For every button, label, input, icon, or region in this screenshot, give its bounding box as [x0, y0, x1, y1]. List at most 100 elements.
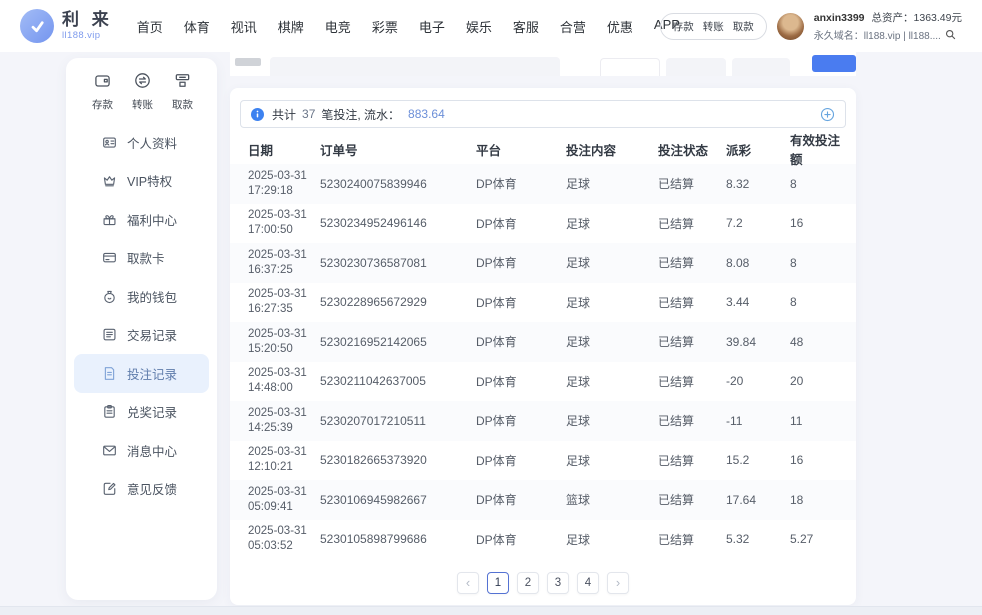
nav-item[interactable]: 视讯 [231, 17, 257, 36]
quick-action-withdraw[interactable]: 取款 [172, 72, 193, 112]
nav-item[interactable]: 娱乐 [466, 17, 492, 36]
filter-option[interactable] [732, 58, 790, 76]
avatar[interactable] [777, 13, 804, 40]
table-header-cell: 派彩 [726, 140, 790, 159]
cell-valid: 5.27 [790, 532, 844, 546]
page-number[interactable]: 2 [517, 572, 539, 594]
cell-order: 5230105898799686 [320, 532, 476, 546]
filter-search-button[interactable] [812, 55, 856, 72]
topbar-right: 存款转账取款 anxin3399 总资产：1363.49元 永久域名：ll188… [660, 10, 962, 42]
table-row: 2025-03-3105:03:525230105898799686DP体育足球… [230, 520, 856, 560]
wallet-action[interactable]: 存款 [673, 19, 694, 34]
sidebar-item-label: 我的钱包 [127, 287, 177, 306]
page-number[interactable]: 3 [547, 572, 569, 594]
page-number[interactable]: 1 [487, 572, 509, 594]
cell-platform: DP体育 [476, 491, 566, 508]
sidebar-item[interactable]: 交易记录 [74, 316, 209, 355]
cell-content: 足球 [566, 452, 658, 469]
cell-payout: -20 [726, 374, 790, 388]
cell-order: 5230207017210511 [320, 414, 476, 428]
plus-circle-icon[interactable] [820, 107, 835, 122]
summary-bar: 共计 37 笔投注, 流水： 883.64 [240, 100, 846, 128]
cell-payout: 5.32 [726, 532, 790, 546]
table-row: 2025-03-3117:00:505230234952496146DP体育足球… [230, 204, 856, 244]
page-prev[interactable]: ‹ [457, 572, 479, 594]
wallet-action[interactable]: 取款 [733, 19, 754, 34]
nav-item[interactable]: 客服 [513, 17, 539, 36]
summary-count: 37 [302, 107, 315, 121]
table-header-cell: 平台 [476, 140, 566, 159]
cell-status: 已结算 [658, 215, 726, 232]
logo-icon [20, 9, 54, 43]
cell-valid: 8 [790, 295, 844, 309]
table-row: 2025-03-3116:27:355230228965672929DP体育足球… [230, 283, 856, 323]
crown-icon [102, 173, 117, 188]
permanent-domain: 永久域名：ll188.vip | ll188.... [814, 27, 941, 42]
page-next[interactable]: › [607, 572, 629, 594]
sidebar-quick-actions: 存款转账取款 [66, 58, 217, 112]
bet-records-card: 共计 37 笔投注, 流水： 883.64 日期订单号平台投注内容投注状态派彩有… [230, 88, 856, 605]
sidebar-item[interactable]: 个人资料 [74, 123, 209, 162]
transaction-icon [102, 327, 117, 342]
nav-item[interactable]: 优惠 [607, 17, 633, 36]
cell-order: 5230106945982667 [320, 493, 476, 507]
sidebar-item[interactable]: 我的钱包 [74, 277, 209, 316]
cell-status: 已结算 [658, 373, 726, 390]
sidebar-item[interactable]: 投注记录 [74, 354, 209, 393]
table-header-cell: 日期 [248, 140, 320, 159]
cell-order: 5230240075839946 [320, 177, 476, 191]
sidebar-item-label: 取款卡 [127, 248, 165, 267]
sidebar-item[interactable]: 取款卡 [74, 239, 209, 278]
cell-order: 5230216952142065 [320, 335, 476, 349]
nav-item[interactable]: 棋牌 [278, 17, 304, 36]
nav-item[interactable]: 彩票 [372, 17, 398, 36]
summary-middle: 笔投注, 流水： [321, 106, 400, 123]
quick-action-deposit[interactable]: 存款 [92, 72, 113, 112]
cell-valid: 20 [790, 374, 844, 388]
filter-option[interactable] [600, 58, 660, 76]
assets: 总资产：1363.49元 [872, 10, 962, 25]
sidebar-menu: 个人资料VIP特权福利中心取款卡我的钱包交易记录投注记录兑奖记录消息中心意见反馈 [66, 123, 217, 508]
quick-action-transfer[interactable]: 转账 [132, 72, 153, 112]
cell-platform: DP体育 [476, 294, 566, 311]
cell-status: 已结算 [658, 175, 726, 192]
nav-item[interactable]: 电竞 [325, 17, 351, 36]
cell-payout: 15.2 [726, 453, 790, 467]
search-icon[interactable] [945, 29, 956, 40]
cell-content: 篮球 [566, 491, 658, 508]
nav-item[interactable]: 体育 [184, 17, 210, 36]
page-number[interactable]: 4 [577, 572, 599, 594]
cell-content: 足球 [566, 412, 658, 429]
sidebar-item[interactable]: 消息中心 [74, 431, 209, 470]
cell-date: 2025-03-3114:48:00 [248, 366, 320, 396]
table-row: 2025-03-3112:10:215230182665373920DP体育足球… [230, 441, 856, 481]
table-header-cell: 有效投注额 [790, 130, 844, 168]
cell-date: 2025-03-3116:37:25 [248, 248, 320, 278]
cell-content: 足球 [566, 215, 658, 232]
table-body: 2025-03-3117:29:185230240075839946DP体育足球… [230, 164, 856, 559]
wallet-action[interactable]: 转账 [703, 19, 724, 34]
sidebar-item[interactable]: 福利中心 [74, 200, 209, 239]
sidebar-item-label: 投注记录 [127, 364, 177, 383]
nav-item[interactable]: 电子 [419, 17, 445, 36]
sidebar-item[interactable]: VIP特权 [74, 162, 209, 201]
filter-input[interactable] [270, 57, 560, 76]
sidebar-item[interactable]: 兑奖记录 [74, 393, 209, 432]
wallet-actions: 存款转账取款 [660, 13, 767, 40]
sidebar-item[interactable]: 意见反馈 [74, 470, 209, 509]
cell-status: 已结算 [658, 333, 726, 350]
filter-option[interactable] [666, 58, 726, 76]
logo-title: 利 来 [62, 11, 113, 28]
cell-payout: -11 [726, 414, 790, 428]
cell-order: 5230234952496146 [320, 216, 476, 230]
message-icon [102, 443, 117, 458]
main-nav: 首页体育视讯棋牌电竞彩票电子娱乐客服合营优惠APP [137, 17, 660, 36]
logo[interactable]: 利 来 ll188.vip [20, 9, 113, 43]
cell-content: 足球 [566, 531, 658, 548]
nav-item[interactable]: 合营 [560, 17, 586, 36]
cell-order: 5230228965672929 [320, 295, 476, 309]
cell-platform: DP体育 [476, 333, 566, 350]
nav-item[interactable]: 首页 [137, 17, 163, 36]
feedback-icon [102, 481, 117, 496]
transfer-icon [134, 72, 151, 94]
